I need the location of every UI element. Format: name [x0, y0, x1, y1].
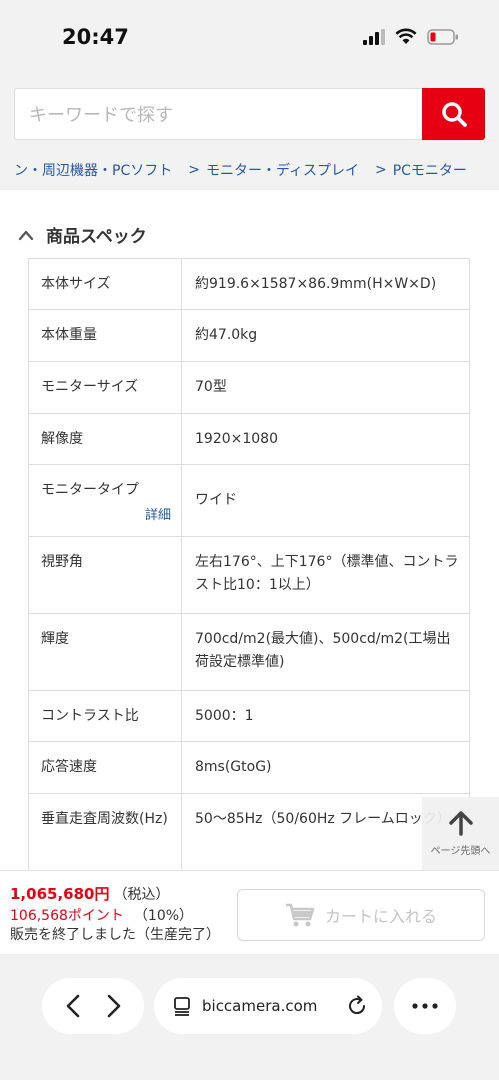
url-bar[interactable]: biccamera.com [154, 978, 382, 1034]
table-row: 垂直走査周波数(Hz) 50〜85Hz（50/60Hz フレームロック） [28, 793, 470, 874]
table-row: モニタータイプ 詳細 ワイド [28, 464, 470, 537]
spec-label: 輝度 [28, 613, 182, 691]
spec-value: 約47.0kg [181, 309, 470, 362]
spec-value: 左右176°、上下176°（標準値、コントラスト比10：1以上） [181, 536, 470, 614]
spec-value: 8ms(GtoG) [181, 741, 470, 794]
price: 1,065,680円 （税込） [10, 883, 169, 904]
search-button[interactable] [422, 88, 485, 140]
table-row: 本体サイズ 約919.6×1587×86.9mm(H×W×D) [28, 258, 470, 310]
spec-label: モニタータイプ [41, 482, 139, 498]
table-row: 応答速度 8ms(GtoG) [28, 741, 470, 794]
price-value: 1,065,680円 [10, 885, 110, 903]
sales-status: 販売を終了しました（生産完了） [10, 927, 220, 943]
page-top-button[interactable]: ページ先頭へ [422, 797, 499, 870]
table-row: 輝度 700cd/m2(最大値)、500cd/m2(工場出荷設定標準値) [28, 613, 470, 691]
spec-label: モニターサイズ [28, 361, 182, 414]
status-icons [363, 28, 459, 45]
table-row: 本体重量 約47.0kg [28, 309, 470, 362]
spec-label: 本体サイズ [28, 258, 182, 310]
more-button[interactable] [394, 978, 456, 1034]
breadcrumb: ン・周辺機器・PCソフト > モニター・ディスプレイ > PCモニター [0, 150, 499, 190]
spec-label: 視野角 [28, 536, 182, 614]
spec-label: コントラスト比 [28, 690, 182, 742]
page-top-label: ページ先頭へ [430, 846, 491, 857]
spec-label: 本体重量 [28, 309, 182, 362]
spec-label: 応答速度 [28, 741, 182, 794]
spec-label: 解像度 [28, 413, 182, 465]
spec-section-title: 商品スペック [46, 227, 147, 247]
browser-toolbar: biccamera.com [0, 954, 499, 1080]
spec-value: 700cd/m2(最大値)、500cd/m2(工場出荷設定標準値) [181, 613, 470, 691]
tax-note: （税込） [113, 887, 170, 903]
nav-buttons [42, 978, 144, 1034]
breadcrumb-separator: > [374, 162, 387, 178]
reader-icon [174, 997, 190, 1016]
spec-value: 1920×1080 [181, 413, 470, 465]
search-placeholder: キーワードで探す [29, 105, 173, 126]
spec-table: 本体サイズ 約919.6×1587×86.9mm(H×W×D) 本体重量 約47… [28, 258, 470, 874]
wifi-icon [395, 28, 417, 44]
spec-value: 約919.6×1587×86.9mm(H×W×D) [181, 258, 470, 310]
spec-label-cell: モニタータイプ 詳細 [28, 464, 182, 537]
search-input[interactable]: キーワードで探す [14, 88, 422, 140]
status-time: 20:47 [62, 25, 129, 49]
table-row: コントラスト比 5000：1 [28, 690, 470, 742]
battery-icon [427, 28, 458, 45]
table-row: 解像度 1920×1080 [28, 413, 470, 465]
more-icon [412, 1003, 438, 1009]
points-pct: （10%） [133, 908, 194, 924]
add-to-cart-button[interactable]: カートに入れる [237, 889, 485, 941]
breadcrumb-item-pc[interactable]: ン・周辺機器・PCソフト [14, 160, 172, 180]
purchase-bar: 1,065,680円 （税込） 106,568ポイント （10%） 販売を終了しまし… [0, 870, 499, 954]
points: 106,568ポイント （10%） [10, 905, 193, 925]
search-area: キーワードで探す [0, 76, 499, 156]
spec-value: 5000：1 [181, 690, 470, 742]
chevron-up-icon [18, 230, 34, 240]
points-value: 106,568ポイント [10, 908, 124, 924]
spec-section-header[interactable]: 商品スペック [18, 222, 147, 247]
arrow-up-icon [448, 811, 473, 836]
spec-value: 70型 [181, 361, 470, 414]
table-row: モニターサイズ 70型 [28, 361, 470, 414]
cart-label: カートに入れる [324, 907, 437, 926]
spec-value: ワイド [181, 464, 470, 537]
breadcrumb-separator: > [188, 162, 200, 178]
breadcrumb-item-pc-monitor[interactable]: PCモニター [393, 160, 467, 180]
status-bar: 20:47 [0, 0, 499, 76]
back-icon[interactable] [64, 993, 82, 1019]
cart-icon [285, 903, 315, 927]
search-icon [441, 102, 467, 127]
url-text: biccamera.com [202, 997, 318, 1015]
detail-link[interactable]: 詳細 [41, 504, 171, 527]
signal-icon [363, 28, 385, 45]
forward-icon[interactable] [105, 993, 123, 1019]
table-row: 視野角 左右176°、上下176°（標準値、コントラスト比10：1以上） [28, 536, 470, 614]
spec-label: 垂直走査周波数(Hz) [28, 793, 182, 874]
reload-icon[interactable] [346, 995, 368, 1017]
breadcrumb-item-monitor-display[interactable]: モニター・ディスプレイ [206, 160, 359, 180]
